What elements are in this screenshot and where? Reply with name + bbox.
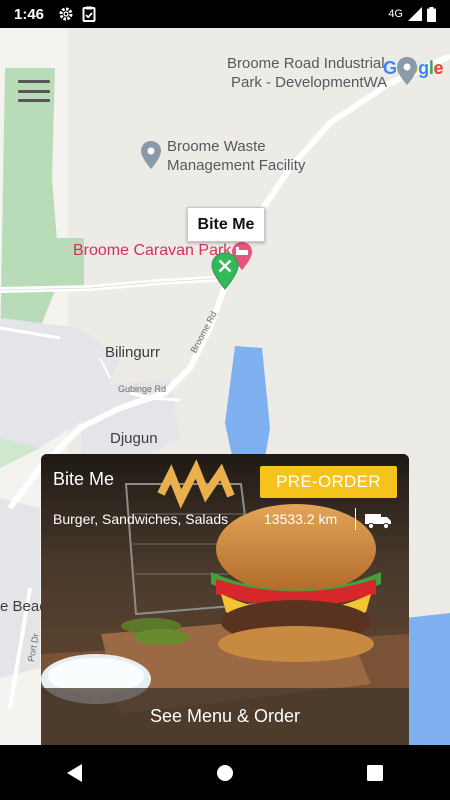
map-label-gubinge-rd: Gubinge Rd	[118, 384, 167, 394]
clipboard-icon	[82, 6, 96, 22]
map-label-bilingurr: Bilingurr	[105, 344, 161, 361]
gear-icon	[59, 7, 73, 21]
see-menu-button[interactable]: See Menu & Order	[41, 688, 409, 745]
restaurant-marker-icon[interactable]	[211, 252, 239, 290]
map-label-waste-1: Broome Waste	[167, 138, 266, 155]
map-label-beach: e Beac	[0, 598, 47, 615]
menu-line	[18, 89, 50, 93]
place-pin-icon[interactable]	[140, 140, 162, 170]
menu-button[interactable]	[18, 80, 50, 102]
menu-line	[18, 80, 50, 83]
map-label-caravan-park: Broome Caravan Park	[73, 242, 232, 259]
back-triangle-icon	[67, 763, 82, 782]
map-label-industrial-park-2: Park - DevelopmentWA	[231, 74, 388, 91]
home-button[interactable]	[195, 753, 255, 793]
home-circle-icon	[217, 764, 233, 781]
divider	[355, 508, 356, 530]
recents-square-icon	[367, 764, 383, 781]
place-pin-icon[interactable]	[396, 56, 418, 86]
status-bar: 1:46 4G	[0, 0, 450, 28]
marker-tooltip[interactable]: Bite Me	[187, 207, 265, 242]
recents-button[interactable]	[345, 753, 405, 793]
restaurant-name: Bite Me	[53, 469, 115, 489]
map-label-waste-2: Management Facility	[167, 157, 306, 174]
signal-icon	[408, 7, 422, 21]
back-button[interactable]	[45, 753, 105, 793]
restaurant-cuisines: Burger, Sandwiches, Salads	[53, 511, 229, 527]
map-label-industrial-park-1: Broome Road Industrial	[227, 55, 385, 72]
restaurant-distance: 13533.2 km	[264, 511, 338, 527]
delivery-truck-icon	[365, 514, 391, 530]
navigation-bar	[0, 745, 450, 800]
map-label-djugun: Djugun	[110, 430, 158, 447]
battery-icon	[427, 6, 436, 22]
network-type: 4G	[388, 8, 403, 20]
preorder-button[interactable]: PRE-ORDER	[260, 466, 397, 498]
menu-line	[18, 99, 50, 102]
status-time: 1:46	[14, 5, 45, 23]
